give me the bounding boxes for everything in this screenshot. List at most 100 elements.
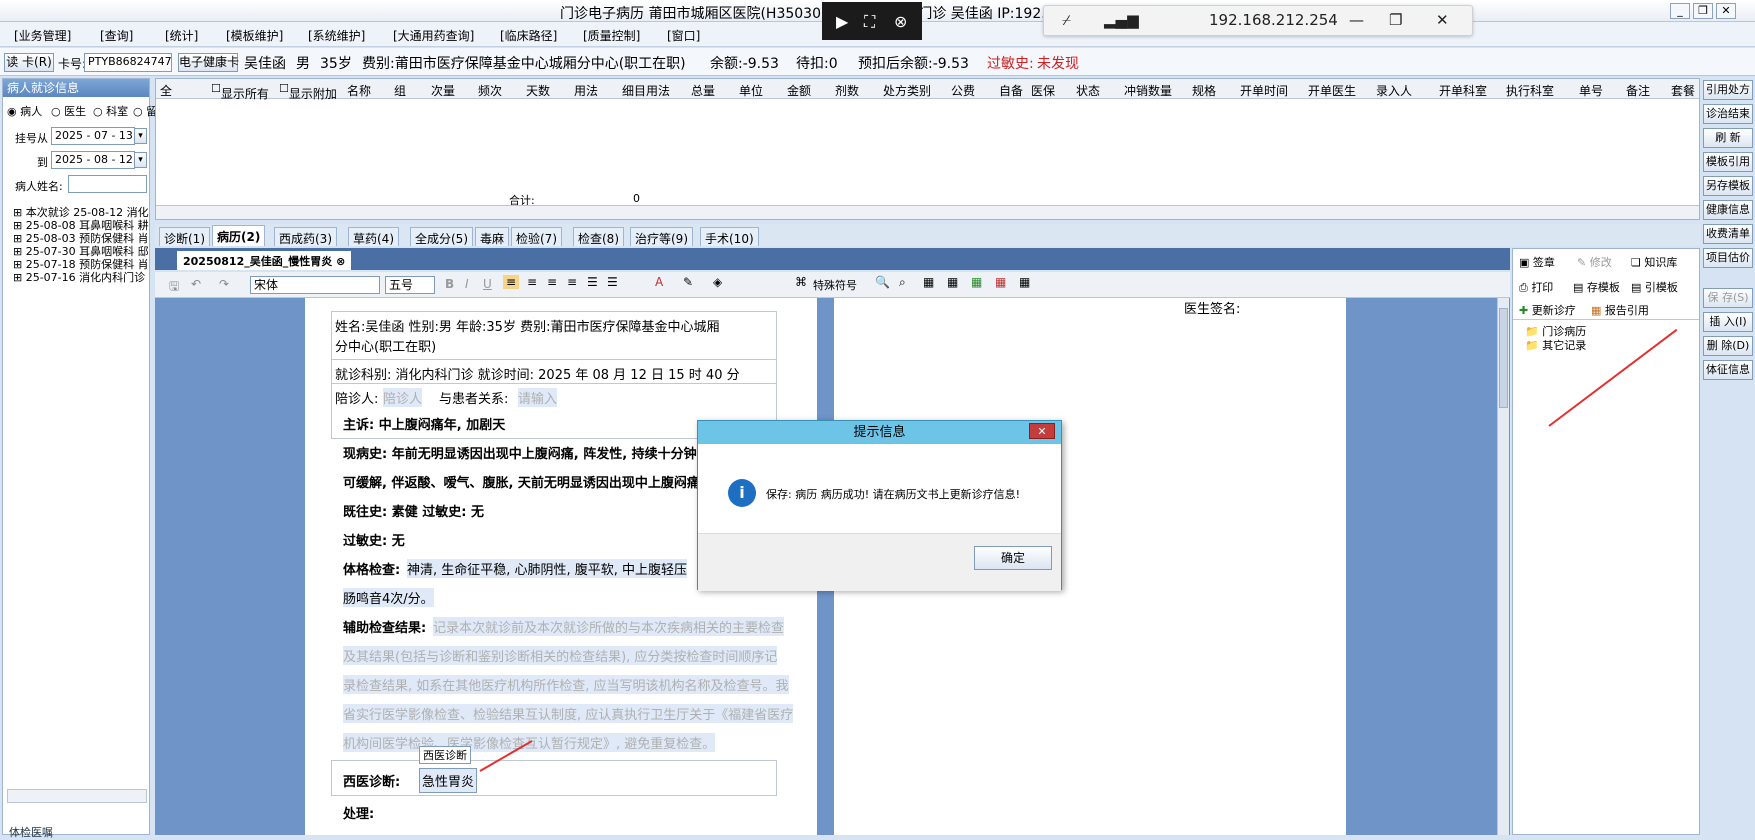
play-icon[interactable]: ▶ — [836, 12, 848, 31]
table-icon[interactable]: ▦ — [923, 275, 934, 289]
date-to-input[interactable]: 2025 - 08 - 12 — [51, 151, 135, 169]
col-header[interactable]: 医保 — [1031, 82, 1055, 99]
sign-button[interactable]: ▣ 签章 — [1519, 254, 1555, 270]
col-header[interactable]: 录入人 — [1376, 82, 1412, 99]
radio-doctor[interactable]: ○ 医生 — [51, 103, 86, 119]
col-header[interactable]: 单位 — [739, 82, 763, 99]
align-center-icon[interactable]: ≡ — [527, 275, 537, 289]
menu-system[interactable]: [系统维护] — [308, 27, 365, 44]
past-history[interactable]: 既往史: 素健 过敏史: 无 — [343, 501, 484, 520]
delete-row-icon[interactable]: ▦ — [995, 275, 1006, 289]
numbered-list-icon[interactable]: ☰ — [587, 275, 598, 289]
col-header[interactable]: 备注 — [1626, 82, 1650, 99]
modify-button[interactable]: ✎ 修改 — [1577, 254, 1612, 270]
dialog-close-icon[interactable]: ✕ — [1029, 423, 1055, 439]
aux-exam-line4[interactable]: 省实行医学影像检查、检验结果互认制度, 应认真执行卫生厅关于《福建省医疗 — [343, 704, 794, 723]
col-header[interactable]: 开单时间 — [1240, 82, 1288, 99]
health-info-button[interactable]: 健康信息 — [1703, 200, 1753, 220]
close-circle-icon[interactable]: ⊗ — [894, 12, 907, 31]
template-reference-button[interactable]: 模板引用 — [1703, 152, 1753, 172]
date-to-dropdown-icon[interactable]: ▾ — [134, 152, 147, 168]
italic-icon[interactable]: I — [465, 277, 469, 291]
col-header[interactable]: 组 — [394, 82, 406, 99]
insert-row-icon[interactable]: ▦ — [971, 275, 982, 289]
undo-icon[interactable]: ↶ — [191, 277, 201, 291]
delete-button[interactable]: 删 除(D) — [1703, 336, 1753, 356]
font-color-icon[interactable]: A — [655, 275, 663, 289]
reference-template-button[interactable]: ▤ 引模板 — [1631, 279, 1678, 295]
fill-icon[interactable]: ◈ — [713, 275, 722, 289]
align-right-icon[interactable]: ≡ — [547, 275, 557, 289]
restore-icon[interactable]: ❐ — [1693, 3, 1713, 19]
close-tab-icon[interactable]: ⊗ — [336, 255, 345, 268]
minimize-icon[interactable]: _ — [1670, 3, 1690, 19]
item-estimate-button[interactable]: 项目估价 — [1703, 248, 1753, 268]
physical-exam-line2[interactable]: 肠鸣音4次/分。 — [343, 588, 434, 607]
col-header[interactable]: 自备 — [999, 82, 1023, 99]
visit-item[interactable]: ⊞ 25-07-16 消化内科门诊 — [13, 269, 145, 285]
col-header[interactable]: 天数 — [526, 82, 550, 99]
special-char-icon[interactable]: ⌘ — [795, 275, 807, 289]
card-number-input[interactable]: PTYB868247472 — [84, 53, 172, 72]
special-char-button[interactable]: 特殊符号 — [813, 277, 857, 293]
menu-business[interactable]: [业务管理] — [14, 27, 71, 44]
col-header[interactable]: 开单医生 — [1308, 82, 1356, 99]
menu-window[interactable]: [窗口] — [667, 27, 700, 44]
find-icon[interactable]: ⌕ — [899, 275, 906, 290]
tab-narcotics[interactable]: 毒麻 — [475, 227, 510, 246]
redo-icon[interactable]: ↷ — [219, 277, 229, 291]
present-history-line1[interactable]: 现病史: 年前无明显诱因出现中上腹闷痛, 阵发性, 持续十分钟至 — [343, 443, 710, 462]
show-all-checkbox[interactable]: ☐ 显示所有 — [211, 82, 269, 101]
insert-table-icon[interactable]: ▦ — [947, 275, 958, 289]
refresh-button[interactable]: 刷 新 — [1703, 128, 1753, 148]
save-button[interactable]: 保 存(S) — [1703, 288, 1753, 308]
col-header[interactable]: 规格 — [1192, 82, 1216, 99]
editor-vscrollbar[interactable] — [1497, 298, 1509, 835]
col-header[interactable]: 单号 — [1579, 82, 1603, 99]
radio-stay[interactable]: ○ 留 — [133, 103, 157, 119]
bold-icon[interactable]: B — [445, 277, 454, 291]
health-card-button[interactable]: 电子健康卡 — [178, 53, 239, 72]
highlight-icon[interactable]: ✎ — [683, 275, 693, 289]
update-diagnosis-button[interactable]: ✚ 更新诊疗 — [1519, 302, 1576, 318]
save-template-button[interactable]: ▤ 存模板 — [1573, 279, 1620, 295]
physical-exam-line1[interactable]: 神清, 生命征平稳, 心肺阴性, 腹平软, 中上腹轻压 — [407, 559, 688, 578]
relation-input[interactable]: 请输入 — [518, 388, 558, 407]
col-header[interactable]: 剂数 — [835, 82, 859, 99]
tree-other-records[interactable]: 📁 其它记录 — [1525, 337, 1586, 353]
close-icon[interactable]: ✕ — [1716, 3, 1736, 19]
col-header[interactable]: 套餐 — [1671, 82, 1695, 99]
reference-prescription-button[interactable]: 引用处方 — [1703, 80, 1753, 100]
remote-minimize-icon[interactable]: — — [1349, 11, 1364, 29]
finish-treatment-button[interactable]: 诊治结束 — [1703, 104, 1753, 124]
unpin-icon[interactable]: ⌿ — [1062, 11, 1071, 29]
col-header[interactable]: 频次 — [478, 82, 502, 99]
tab-diagnosis[interactable]: 诊断(1) — [159, 227, 210, 246]
tab-treatment[interactable]: 治疗等(9) — [630, 227, 693, 246]
col-select-all[interactable]: 全 — [160, 82, 172, 99]
col-header[interactable]: 细目用法 — [622, 82, 670, 99]
western-diagnosis-value[interactable]: 急性胃炎 — [419, 768, 478, 793]
date-from-dropdown-icon[interactable]: ▾ — [134, 128, 147, 144]
menu-template[interactable]: [模板维护] — [226, 27, 283, 44]
save-doc-icon[interactable]: 🖫 — [169, 277, 179, 298]
present-history-line2[interactable]: 可缓解, 伴返酸、嗳气、腹胀, 天前无明显诱因出现中上腹闷痛 — [343, 472, 700, 491]
tab-examination[interactable]: 检查(8) — [573, 227, 624, 246]
tab-herbal[interactable]: 草药(4) — [348, 227, 399, 246]
save-as-template-button[interactable]: 另存模板 — [1703, 176, 1753, 196]
font-size-select[interactable]: 五号 — [385, 276, 435, 294]
allergy-history[interactable]: 过敏史: 无 — [343, 530, 405, 549]
insert-button[interactable]: 插 入(I) — [1703, 312, 1753, 332]
bullet-list-icon[interactable]: ☰ — [607, 275, 618, 289]
aux-exam-line3[interactable]: 录检查结果, 如系在其他医疗机构所作检查, 应当写明该机构名称及检查号。我 — [343, 675, 789, 694]
tab-surgery[interactable]: 手术(10) — [700, 227, 759, 246]
date-from-input[interactable]: 2025 - 07 - 13 — [51, 127, 135, 145]
font-family-select[interactable]: 宋体 — [250, 276, 380, 294]
col-header[interactable]: 状态 — [1076, 82, 1100, 99]
col-header[interactable]: 次量 — [431, 82, 455, 99]
companion-input[interactable]: 陪诊人 — [383, 388, 423, 407]
report-reference-button[interactable]: ▦ 报告引用 — [1591, 302, 1649, 318]
document-tab[interactable]: 20250812_吴佳函_慢性胃炎 ⊗ — [177, 251, 352, 270]
fee-list-button[interactable]: 收费清单 — [1703, 224, 1753, 244]
menu-statistics[interactable]: [统计] — [165, 27, 198, 44]
